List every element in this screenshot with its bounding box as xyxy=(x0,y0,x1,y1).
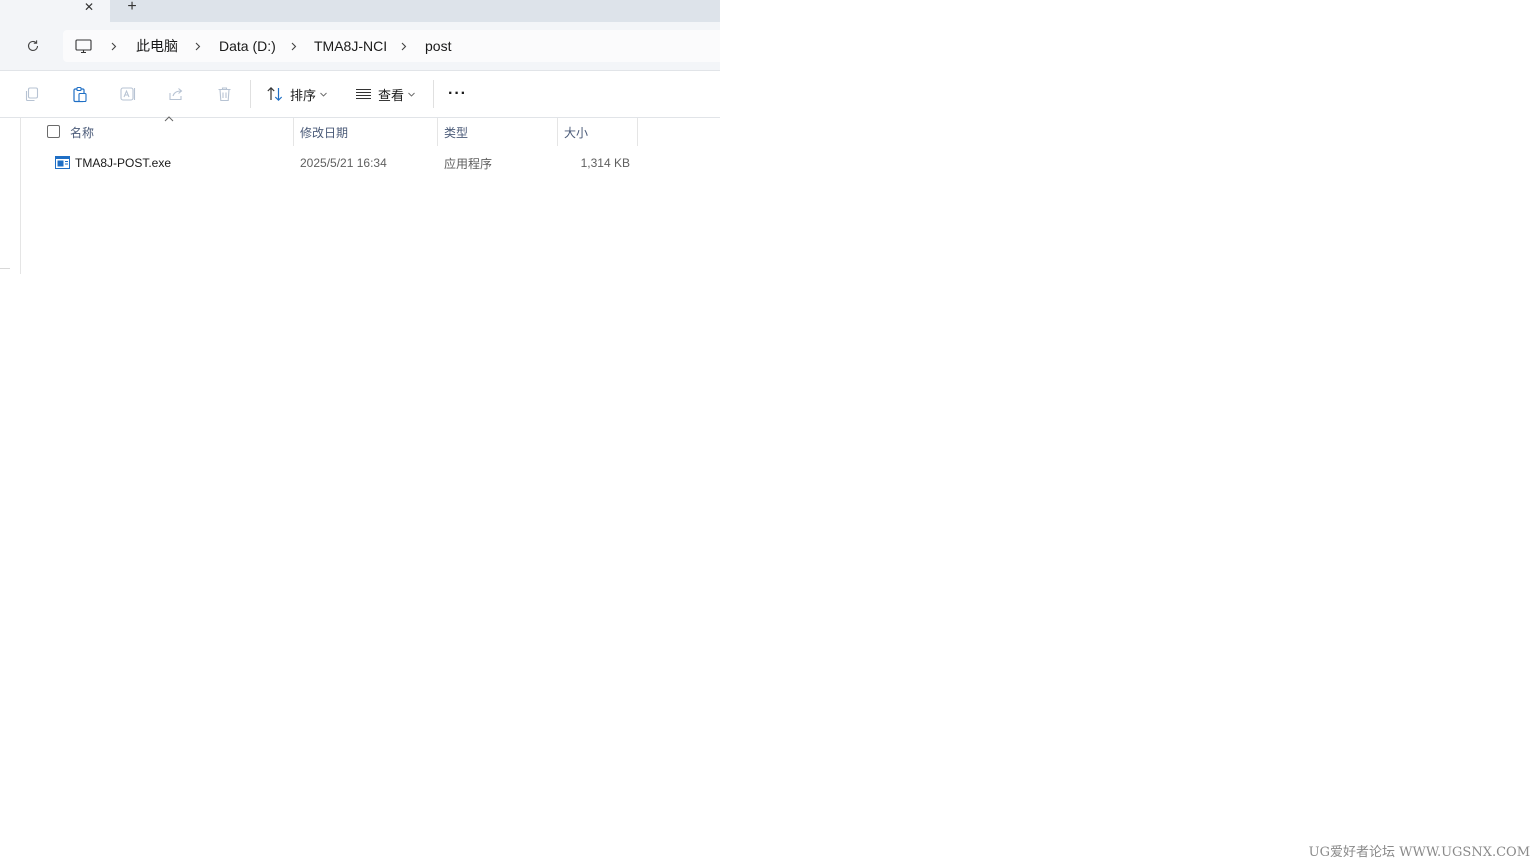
column-resize-handle[interactable] xyxy=(637,118,638,146)
rename-icon xyxy=(119,87,135,101)
breadcrumb-chevron-icon[interactable] xyxy=(192,30,204,62)
breadcrumb-chevron-icon[interactable] xyxy=(288,30,300,62)
navigation-pane-marker xyxy=(0,268,10,269)
rename-button[interactable] xyxy=(117,83,139,105)
chevron-down-icon xyxy=(320,92,327,97)
paste-icon xyxy=(73,86,87,102)
column-header-type[interactable]: 类型 xyxy=(444,118,468,146)
forum-watermark: UG爱好者论坛 WWW.UGSNX.COM xyxy=(1308,845,1530,860)
column-resize-handle[interactable] xyxy=(293,118,294,146)
view-button[interactable]: 查看 xyxy=(355,83,415,105)
close-icon: ✕ xyxy=(83,0,95,14)
select-all-checkbox[interactable] xyxy=(47,125,60,138)
file-row[interactable]: TMA8J-POST.exe 2025/5/21 16:34 应用程序 1,31… xyxy=(21,151,720,175)
file-size: 1,314 KB xyxy=(580,156,630,170)
new-tab-button[interactable]: + xyxy=(123,0,141,15)
refresh-icon xyxy=(27,40,39,52)
column-header-date-modified[interactable]: 修改日期 xyxy=(300,118,348,146)
sort-icon xyxy=(267,86,283,102)
view-label: 查看 xyxy=(378,87,405,103)
column-header-row: 名称 修改日期 类型 大小 xyxy=(21,116,720,146)
column-resize-handle[interactable] xyxy=(557,118,558,146)
file-type: 应用程序 xyxy=(444,156,493,171)
paste-button[interactable] xyxy=(69,83,91,105)
application-exe-icon xyxy=(55,156,70,169)
plus-icon: + xyxy=(127,0,137,15)
sort-ascending-caret-icon xyxy=(164,116,174,122)
breadcrumb-chevron-icon[interactable] xyxy=(398,30,410,62)
address-row: 此电脑 Data (D:) TMA8J-NCI post xyxy=(0,22,720,71)
more-icon: ··· xyxy=(448,85,467,102)
breadcrumb-folder-tma8j-nci[interactable]: TMA8J-NCI xyxy=(314,30,387,62)
copy-icon xyxy=(25,87,39,102)
address-bar[interactable]: 此电脑 Data (D:) TMA8J-NCI post xyxy=(63,30,720,62)
list-view-icon xyxy=(356,88,371,100)
tab-current-folder[interactable]: ✕ xyxy=(0,0,110,22)
share-icon xyxy=(168,88,182,101)
sort-button[interactable]: 排序 xyxy=(266,83,327,105)
breadcrumb-chevron-icon[interactable] xyxy=(108,30,120,62)
share-button[interactable] xyxy=(165,83,187,105)
chevron-down-icon xyxy=(408,92,415,97)
delete-button[interactable] xyxy=(213,83,235,105)
this-pc-location-icon[interactable] xyxy=(75,30,92,62)
computer-icon xyxy=(75,38,92,53)
copy-button[interactable] xyxy=(21,83,43,105)
breadcrumb-folder-post[interactable]: post xyxy=(425,30,451,62)
command-bar: 排序 查看 ··· xyxy=(0,71,720,118)
column-resize-handle[interactable] xyxy=(437,118,438,146)
more-options-button[interactable]: ··· xyxy=(448,83,467,105)
file-explorer-window: ✕ + 此电脑 Data (D:) TMA8J-NCI post 排序 查看 ·… xyxy=(0,0,720,274)
column-header-size[interactable]: 大小 xyxy=(564,118,588,146)
file-name: TMA8J-POST.exe xyxy=(75,156,172,170)
tab-strip: ✕ + xyxy=(0,0,720,22)
toolbar-divider xyxy=(433,80,434,108)
file-date-modified: 2025/5/21 16:34 xyxy=(300,156,387,170)
sort-label: 排序 xyxy=(290,87,317,103)
close-tab-button[interactable]: ✕ xyxy=(80,0,98,14)
refresh-button[interactable] xyxy=(20,34,46,58)
toolbar-divider xyxy=(250,80,251,108)
column-header-name[interactable]: 名称 xyxy=(70,118,94,146)
breadcrumb-this-pc[interactable]: 此电脑 xyxy=(136,30,178,62)
breadcrumb-data-drive[interactable]: Data (D:) xyxy=(219,30,276,62)
trash-icon xyxy=(218,87,230,102)
